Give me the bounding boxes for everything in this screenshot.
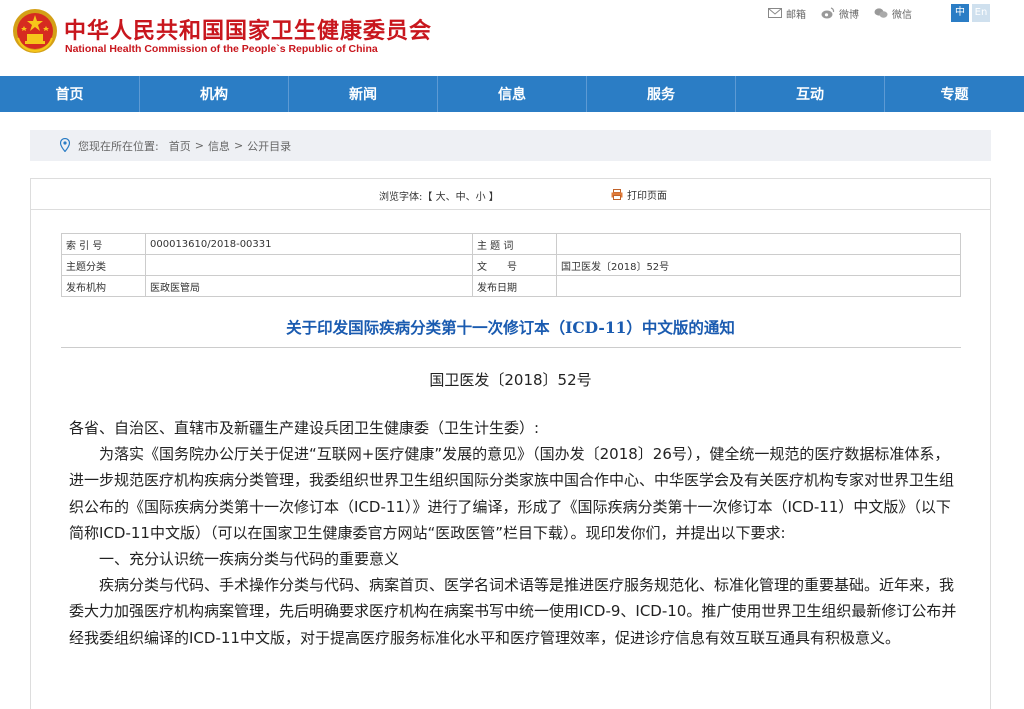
doc-number-label: 文 号 — [472, 254, 557, 276]
font-size-separator: 、 — [445, 192, 456, 203]
subject-word-value — [556, 233, 961, 255]
site-subtitle: National Health Commission of the People… — [65, 43, 378, 55]
font-size-bracket-end: 】 — [488, 192, 499, 203]
nav-item-topics[interactable]: 专题 — [885, 76, 1024, 112]
national-emblem-icon[interactable] — [12, 8, 58, 54]
main-nav: 首页 机构 新闻 信息 服务 互动 专题 — [0, 76, 1024, 112]
document-body: 各省、自治区、直辖市及新疆生产建设兵团卫生健康委（卫生计生委）: 为落实《国务院… — [69, 415, 959, 651]
table-row: 主题分类 文 号 国卫医发〔2018〕52号 — [61, 254, 961, 276]
nav-item-information[interactable]: 信息 — [438, 76, 587, 112]
mail-label: 邮箱 — [786, 9, 806, 21]
index-label: 索 引 号 — [61, 233, 146, 255]
index-value: 000013610/2018-00331 — [145, 233, 473, 255]
print-page-button[interactable]: 打印页面 — [611, 187, 667, 202]
salutation: 各省、自治区、直辖市及新疆生产建设兵团卫生健康委（卫生计生委）: — [69, 419, 540, 437]
section-heading-1: 一、充分认识统一疾病分类与代码的重要意义 — [99, 550, 400, 569]
lang-zh-button[interactable]: 中 — [951, 4, 969, 22]
breadcrumb-catalog-link[interactable]: 公开目录 — [247, 138, 291, 154]
font-size-label: 浏览字体:【 — [379, 192, 433, 203]
font-size-small-button[interactable]: 小 — [476, 192, 486, 203]
publish-date-value — [556, 275, 961, 297]
breadcrumb: 您现在所在位置: 首页 > 信息 > 公开目录 — [30, 130, 991, 161]
document-number: 国卫医发〔2018〕52号 — [429, 371, 592, 389]
printer-icon — [611, 189, 623, 200]
site-title: 中华人民共和国国家卫生健康委员会 — [64, 19, 433, 44]
category-label: 主题分类 — [61, 254, 146, 276]
nav-item-home[interactable]: 首页 — [0, 76, 140, 112]
weibo-label: 微博 — [839, 9, 859, 21]
weibo-link[interactable]: 微博 — [821, 6, 859, 21]
mail-icon — [768, 8, 782, 18]
font-size-large-button[interactable]: 大 — [436, 192, 446, 203]
nav-item-services[interactable]: 服务 — [587, 76, 736, 112]
issuer-value: 医政医管局 — [145, 275, 473, 297]
print-page-label: 打印页面 — [627, 191, 667, 202]
nav-item-interaction[interactable]: 互动 — [736, 76, 885, 112]
table-row: 发布机构 医政医管局 发布日期 — [61, 275, 961, 297]
site-header: 中华人民共和国国家卫生健康委员会 National Health Commiss… — [0, 0, 1024, 76]
lang-en-button[interactable]: En — [972, 4, 990, 22]
doc-number-value: 国卫医发〔2018〕52号 — [556, 254, 961, 276]
nav-item-organization[interactable]: 机构 — [140, 76, 289, 112]
category-value — [145, 254, 473, 276]
table-row: 索 引 号 000013610/2018-00331 主 题 词 — [61, 233, 961, 255]
issuer-label: 发布机构 — [61, 275, 146, 297]
font-size-separator: 、 — [465, 192, 476, 203]
font-size-selector: 浏览字体:【 大、中、小 】 — [379, 188, 499, 203]
breadcrumb-info-link[interactable]: 信息 — [208, 138, 230, 154]
article-toolbar: 浏览字体:【 大、中、小 】 打印页面 — [31, 179, 990, 210]
wechat-icon — [874, 8, 888, 18]
top-links: 邮箱 微博 微信 — [768, 6, 927, 21]
location-pin-icon — [60, 138, 70, 152]
document-title: 关于印发国际疾病分类第十一次修订本（ICD-11）中文版的通知 — [286, 318, 735, 337]
font-size-medium-button[interactable]: 中 — [456, 192, 466, 203]
title-divider — [61, 347, 961, 348]
nav-item-news[interactable]: 新闻 — [289, 76, 438, 112]
subject-word-label: 主 题 词 — [472, 233, 557, 255]
breadcrumb-home-link[interactable]: 首页 — [169, 138, 191, 154]
paragraph-1: 为落实《国务院办公厅关于促进“互联网+医疗健康”发展的意见》（国办发〔2018〕… — [69, 445, 955, 542]
wechat-label: 微信 — [892, 9, 912, 21]
content-frame: 浏览字体:【 大、中、小 】 打印页面 索 引 号 000013610/2018… — [30, 178, 991, 709]
mail-link[interactable]: 邮箱 — [768, 6, 806, 21]
weibo-icon — [821, 7, 835, 19]
breadcrumb-separator: > — [233, 139, 244, 152]
document-meta-table: 索 引 号 000013610/2018-00331 主 题 词 主题分类 文 … — [61, 233, 961, 297]
paragraph-2: 疾病分类与代码、手术操作分类与代码、病案首页、医学名词术语等是推进医疗服务规范化… — [69, 576, 957, 647]
publish-date-label: 发布日期 — [472, 275, 557, 297]
breadcrumb-separator: > — [194, 139, 204, 152]
breadcrumb-label: 您现在所在位置: — [78, 139, 159, 153]
wechat-link[interactable]: 微信 — [874, 6, 912, 21]
